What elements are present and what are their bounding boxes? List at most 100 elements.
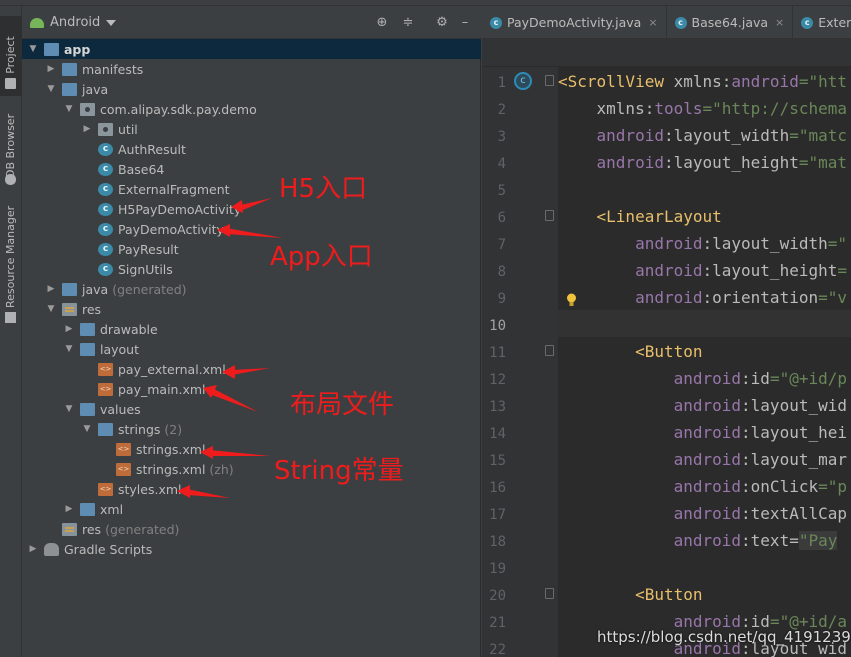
code-line[interactable]: <LinearLayout (558, 207, 722, 226)
tree-item[interactable]: c PayResult (22, 239, 481, 259)
chevron-right-icon[interactable]: ▶ (64, 504, 74, 514)
code-token: ="htt (798, 72, 847, 91)
folder-icon (80, 502, 95, 516)
code-line[interactable]: android:text="Pay (558, 531, 838, 550)
tab-base64[interactable]: c Base64.java × (667, 6, 794, 39)
chevron-right-icon[interactable]: ▶ (46, 284, 56, 294)
code-token: :layout_width (702, 234, 828, 253)
collapse-icon[interactable]: ≑ (401, 16, 415, 30)
tab-db-browser[interactable]: DB Browser (0, 106, 22, 190)
tab-resource-manager[interactable]: Resource Manager (0, 206, 22, 326)
chevron-down-icon[interactable]: ▼ (64, 344, 74, 354)
code-line[interactable]: <Button (558, 342, 702, 361)
chevron-right-icon[interactable]: ▶ (64, 324, 74, 334)
view-mode-label: Android (50, 15, 101, 30)
fold-marker-icon[interactable] (545, 210, 554, 221)
line-number: 14 (489, 426, 506, 442)
tree-item[interactable]: <> strings.xml (22, 439, 481, 459)
tab-externalfragment[interactable]: c ExternalFr (793, 6, 851, 39)
fold-marker-icon[interactable] (545, 588, 554, 599)
xml-file-icon: <> (116, 442, 131, 456)
tree-item[interactable]: c ExternalFragment (22, 179, 481, 199)
tab-project[interactable]: 1: Project (0, 16, 22, 96)
android-studio-window: 1: Project DB Browser Resource Manager A… (0, 0, 851, 657)
code-token: = (789, 531, 799, 550)
chevron-down-icon[interactable]: ▼ (82, 424, 92, 434)
view-mode-dropdown[interactable]: Android (30, 15, 117, 30)
chevron-right-icon[interactable]: ▶ (82, 124, 92, 134)
chevron-down-icon[interactable]: ▼ (64, 104, 74, 114)
tree-item[interactable]: ▼ java (22, 79, 481, 99)
fold-marker-icon[interactable] (545, 345, 554, 356)
tree-item-label: manifests (82, 61, 144, 77)
tree-item[interactable]: ▼ res (22, 299, 481, 319)
tree-item[interactable]: <> pay_external.xml (22, 359, 481, 379)
tree-item[interactable]: ▶ xml (22, 499, 481, 519)
tree-item[interactable]: ▶ drawable (22, 319, 481, 339)
tree-item[interactable]: ▼ com.alipay.sdk.pay.demo (22, 99, 481, 119)
tree-item[interactable]: res (generated) (22, 519, 481, 539)
target-icon[interactable]: ⊕ (375, 16, 389, 30)
code-editor: c PayDemoActivity.java × c Base64.java ×… (482, 6, 851, 657)
code-line[interactable]: android:layout_width="matc (558, 126, 847, 145)
layout-preview-icon[interactable]: c (514, 72, 532, 90)
code-line[interactable]: android:layout_hei (558, 423, 847, 442)
tree-item[interactable]: ▶ manifests (22, 59, 481, 79)
tree-item-label: strings.xml (136, 441, 206, 457)
chevron-right-icon[interactable]: ▶ (28, 544, 38, 554)
tree-item-label: ExternalFragment (118, 181, 230, 197)
code-token: :text (741, 531, 790, 550)
res-folder-icon (62, 302, 77, 316)
gear-icon[interactable]: ⚙ (435, 16, 449, 30)
fold-marker-icon[interactable] (545, 75, 554, 86)
tab-paydemoactivity[interactable]: c PayDemoActivity.java × (482, 6, 667, 39)
code-line[interactable]: <Button (558, 585, 702, 604)
tree-item[interactable]: <> strings.xml (zh) (22, 459, 481, 479)
code-token: ="v (818, 288, 847, 307)
code-line[interactable]: android:layout_mar (558, 450, 847, 469)
tree-item-label: com.alipay.sdk.pay.demo (100, 101, 257, 117)
xml-file-icon: <> (98, 482, 113, 496)
chevron-down-icon[interactable]: ▼ (46, 304, 56, 314)
tree-item[interactable]: ▶ util (22, 119, 481, 139)
code-line[interactable]: android:orientation="v (558, 288, 847, 307)
code-area[interactable]: <ScrollView xmlns:android="htt xmlns:too… (558, 67, 851, 657)
code-line[interactable]: android:layout_wid (558, 396, 847, 415)
code-line[interactable]: android:textAllCap (558, 504, 847, 523)
tree-item[interactable]: ▼ values (22, 399, 481, 419)
chevron-down-icon[interactable]: ▼ (46, 84, 56, 94)
code-line[interactable]: xmlns:tools="http://schema (558, 99, 847, 118)
tree-item[interactable]: ▼ layout (22, 339, 481, 359)
tree-item[interactable]: c AuthResult (22, 139, 481, 159)
tree-item[interactable]: c PayDemoActivity (22, 219, 481, 239)
tree-item[interactable]: c H5PayDemoActivity (22, 199, 481, 219)
close-icon[interactable]: × (648, 16, 657, 29)
code-line[interactable]: <ScrollView xmlns:android="htt (558, 72, 847, 91)
code-line[interactable]: android:layout_height= (558, 261, 847, 280)
chevron-down-icon[interactable]: ▼ (64, 404, 74, 414)
chevron-down-icon[interactable]: ▼ (28, 44, 38, 54)
code-line[interactable]: android:onClick="p (558, 477, 847, 496)
tree-item[interactable]: <> pay_main.xml (22, 379, 481, 399)
tree-item[interactable]: ▶ java (generated) (22, 279, 481, 299)
code-line[interactable]: android:id="@+id/p (558, 369, 847, 388)
editor-breadcrumb-strip (482, 39, 851, 67)
tree-item[interactable]: ▶ Gradle Scripts (22, 539, 481, 559)
code-line[interactable]: android:layout_width=" (558, 234, 847, 253)
close-icon[interactable]: × (775, 16, 784, 29)
folder-icon (62, 62, 77, 76)
tree-item[interactable]: <> styles.xml (22, 479, 481, 499)
tree-item[interactable]: ▼ app (22, 39, 481, 59)
tree-item[interactable]: ▼ strings (2) (22, 419, 481, 439)
tree-item[interactable]: c SignUtils (22, 259, 481, 279)
code-line[interactable]: android:layout_height="mat (558, 153, 847, 172)
tree-item[interactable]: c Base64 (22, 159, 481, 179)
minimize-icon[interactable]: – (458, 16, 472, 30)
chevron-right-icon[interactable]: ▶ (46, 64, 56, 74)
